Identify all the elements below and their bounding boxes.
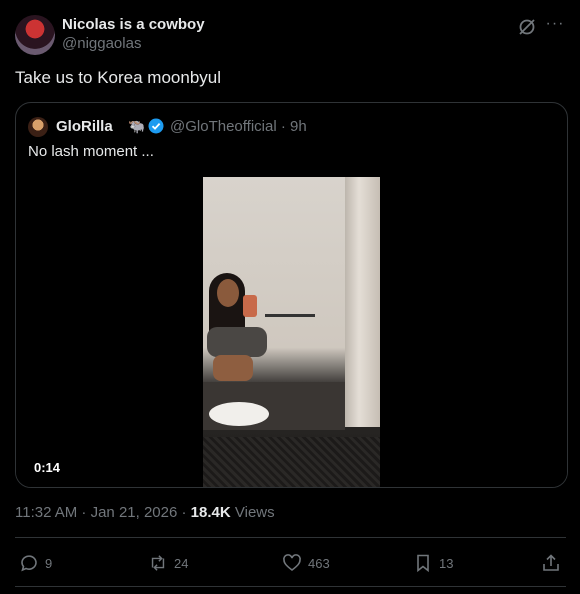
author-name[interactable]: Nicolas is a cowboy (62, 16, 205, 33)
divider (15, 586, 566, 587)
divider (15, 537, 566, 538)
quoted-author-avatar[interactable] (28, 117, 48, 137)
person-top (207, 327, 267, 357)
author-avatar[interactable] (15, 15, 55, 55)
quoted-post-header: GloRilla 🐃 @GloTheofficial · 9h (28, 117, 555, 137)
person-midriff (213, 355, 253, 381)
quoted-post-text: No lash moment ... (28, 143, 154, 160)
video-duration: 0:14 (28, 458, 67, 477)
reply-count: 9 (45, 555, 53, 571)
video-player[interactable]: 0:14 (16, 177, 567, 487)
action-bar: 9 24 463 13 (15, 548, 566, 580)
share-button[interactable] (541, 552, 561, 574)
repost-count: 24 (174, 555, 189, 571)
post-timestamp[interactable]: 11:32 AM · Jan 21, 2026 · (15, 504, 187, 521)
quoted-post[interactable]: GloRilla 🐃 @GloTheofficial · 9h No lash … (15, 102, 568, 488)
quoted-author-emoji: 🐃 (128, 118, 146, 134)
verified-badge-icon (148, 118, 164, 134)
repost-icon (151, 555, 165, 571)
heart-icon (283, 554, 301, 572)
sink (209, 402, 269, 426)
views-label: Views (234, 504, 275, 521)
post-text: Take us to Korea moonbyul (15, 68, 222, 87)
post-header: Nicolas is a cowboy @niggaolas ··· (15, 13, 565, 55)
towel-bar (265, 314, 315, 317)
like-button[interactable]: 463 (282, 552, 330, 574)
quoted-author-handle[interactable]: @GloTheofficial · 9h (170, 118, 307, 135)
quoted-author-name[interactable]: GloRilla (56, 118, 113, 135)
views-count: 18.4K (190, 504, 231, 521)
bookmark-icon (417, 554, 429, 573)
author-handle[interactable]: @niggaolas (62, 35, 141, 52)
more-icon[interactable]: ··· (545, 16, 565, 37)
video-thumbnail[interactable] (203, 177, 380, 487)
share-icon (543, 554, 559, 571)
person-face (217, 279, 239, 307)
phone (243, 295, 257, 317)
grok-icon[interactable] (517, 17, 537, 37)
bookmark-button[interactable]: 13 (413, 552, 453, 574)
bookmark-count: 13 (439, 555, 454, 571)
like-count: 463 (308, 555, 330, 571)
mirror-edge (345, 177, 380, 427)
reply-icon (21, 555, 37, 572)
floor (203, 437, 380, 487)
post-meta: 11:32 AM · Jan 21, 2026 · 18.4K Views (15, 504, 275, 521)
reply-button[interactable]: 9 (19, 552, 52, 574)
repost-button[interactable]: 24 (148, 552, 188, 574)
